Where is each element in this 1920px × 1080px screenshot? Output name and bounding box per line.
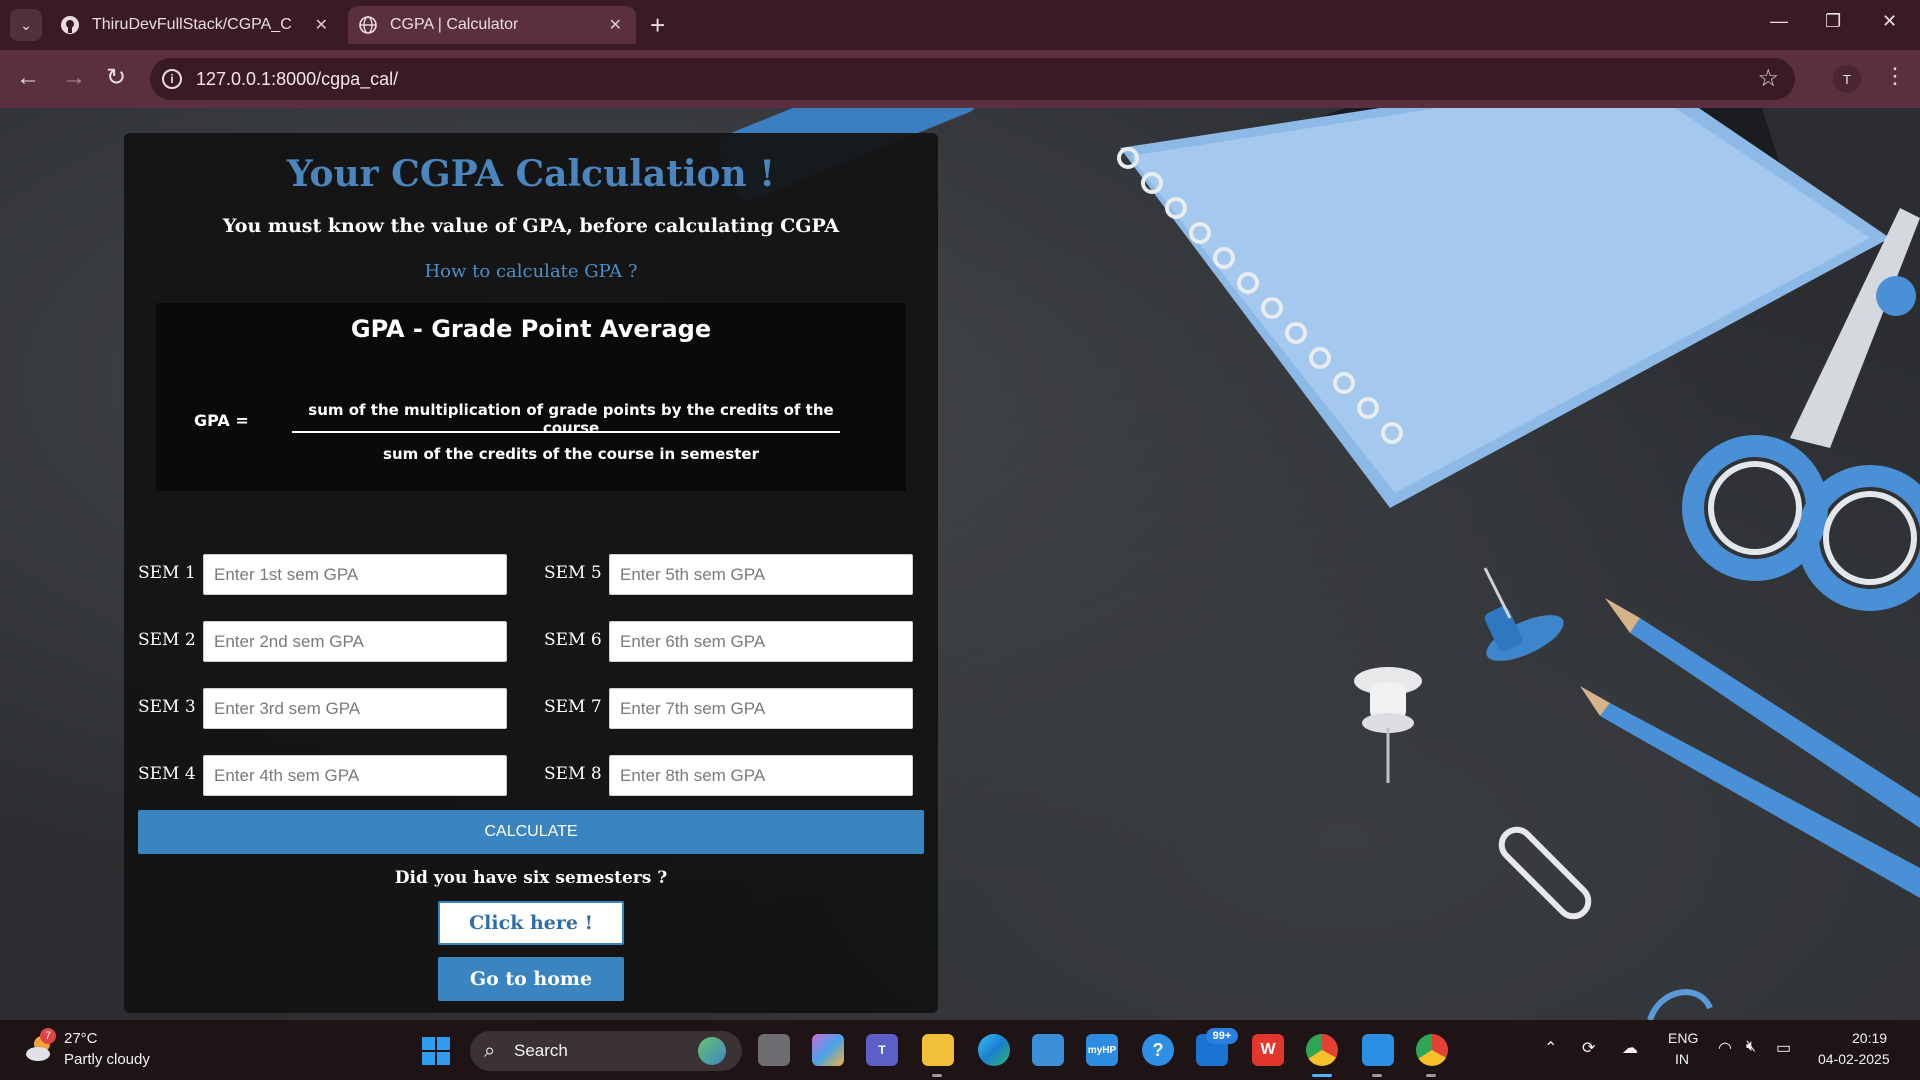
url-text[interactable]: 127.0.0.1:8000/cgpa_cal/	[196, 69, 398, 90]
running-indicator	[932, 1074, 942, 1077]
profile-avatar[interactable]: T	[1833, 65, 1861, 93]
github-icon	[61, 16, 79, 34]
calculate-button[interactable]: CALCULATE	[138, 810, 924, 854]
file-explorer-icon[interactable]	[922, 1034, 954, 1066]
sem-7-input[interactable]	[609, 688, 913, 729]
weather-condition[interactable]: Partly cloudy	[64, 1051, 150, 1068]
help-icon[interactable]: ?	[1142, 1034, 1174, 1066]
address-bar[interactable]: i 127.0.0.1:8000/cgpa_cal/ ☆	[150, 58, 1795, 100]
sem-1-input[interactable]	[203, 554, 507, 595]
search-icon: ⌕	[484, 1040, 496, 1062]
fraction-bar	[292, 431, 840, 433]
windows-taskbar: 7 27°C Partly cloudy ⌕ Search T myHP ? 9…	[0, 1020, 1920, 1080]
vscode-icon[interactable]	[1362, 1034, 1394, 1066]
store-icon[interactable]	[1032, 1034, 1064, 1066]
sem-3-label: SEM 3	[138, 697, 196, 717]
cloud-error-icon[interactable]: ☁	[1622, 1038, 1638, 1058]
forward-icon[interactable]: →	[62, 64, 86, 92]
cgpa-card: Your CGPA Calculation ! You must know th…	[124, 133, 938, 1013]
sem-3-input[interactable]	[203, 688, 507, 729]
temperature[interactable]: 27°C	[64, 1030, 98, 1047]
menu-icon[interactable]: ⋮	[1884, 63, 1906, 89]
tab-github[interactable]: ThiruDevFullStack/CGPA_Calcul ✕	[50, 6, 342, 44]
browser-tab-bar: ⌄ ThiruDevFullStack/CGPA_Calcul ✕ CGPA |…	[0, 0, 1920, 50]
volume-muted-icon[interactable]: 🔇︎	[1746, 1038, 1756, 1056]
sem-4-input[interactable]	[203, 755, 507, 796]
go-home-button[interactable]: Go to home	[438, 957, 624, 1001]
reload-icon[interactable]: ↻	[106, 64, 126, 92]
page-background: Your CGPA Calculation ! You must know th…	[0, 108, 1920, 1020]
browser-toolbar: ← → ↻ i 127.0.0.1:8000/cgpa_cal/ ☆ T ⋮	[0, 50, 1920, 108]
tab-title: CGPA | Calculator	[390, 16, 519, 33]
how-to-gpa-link[interactable]: How to calculate GPA ?	[124, 261, 938, 282]
wifi-icon[interactable]: ◠	[1718, 1038, 1732, 1058]
edge-icon[interactable]	[978, 1034, 1010, 1066]
formula-lhs: GPA =	[194, 411, 249, 430]
sem-4-label: SEM 4	[138, 764, 196, 784]
sem-2-input[interactable]	[203, 621, 507, 662]
sem-7-label: SEM 7	[544, 697, 602, 717]
sync-icon[interactable]: ⟳	[1582, 1038, 1595, 1058]
taskbar-search[interactable]: ⌕ Search	[470, 1031, 742, 1071]
running-indicator	[1372, 1074, 1382, 1077]
new-tab-button[interactable]: +	[650, 10, 665, 40]
clock-date[interactable]: 04-02-2025	[1818, 1051, 1890, 1067]
windows-start-icon[interactable]	[422, 1037, 450, 1065]
tab-title: ThiruDevFullStack/CGPA_Calcul	[92, 16, 292, 33]
chrome-profile-icon[interactable]	[1416, 1034, 1448, 1066]
copilot-icon[interactable]	[812, 1034, 844, 1066]
sem-6-label: SEM 6	[544, 630, 602, 650]
sem-5-input[interactable]	[609, 554, 913, 595]
show-hidden-icons-icon[interactable]: ⌃	[1544, 1038, 1557, 1058]
task-view-icon[interactable]	[758, 1034, 790, 1066]
tab-cgpa-calculator[interactable]: CGPA | Calculator ✕	[348, 6, 636, 44]
formula-heading: GPA - Grade Point Average	[350, 315, 712, 343]
click-here-button[interactable]: Click here !	[438, 901, 624, 945]
myhp-icon[interactable]: myHP	[1086, 1034, 1118, 1066]
search-highlight-icon	[698, 1037, 726, 1065]
weather-badge: 7	[40, 1028, 56, 1044]
globe-icon	[359, 16, 377, 34]
back-icon[interactable]: ←	[16, 64, 40, 92]
sem-8-label: SEM 8	[544, 764, 602, 784]
chevron-down-icon: ⌄	[20, 16, 32, 33]
language-indicator[interactable]: ENG	[1668, 1030, 1698, 1046]
language-region[interactable]: IN	[1675, 1051, 1689, 1067]
page-subtitle: You must know the value of GPA, before c…	[222, 215, 840, 237]
restore-icon[interactable]: ❐	[1825, 11, 1841, 32]
minimize-icon[interactable]: —	[1770, 11, 1788, 32]
sem-2-label: SEM 2	[138, 630, 196, 650]
bookmark-star-icon[interactable]: ☆	[1757, 64, 1779, 93]
sem-1-label: SEM 1	[138, 563, 196, 583]
running-indicator	[1426, 1074, 1436, 1077]
close-icon[interactable]: ✕	[609, 15, 622, 35]
chrome-icon[interactable]	[1306, 1034, 1338, 1066]
page-title: Your CGPA Calculation !	[286, 153, 776, 195]
tab-search-button[interactable]: ⌄	[10, 9, 42, 41]
teams-icon[interactable]: T	[866, 1034, 898, 1066]
battery-icon[interactable]: ▭	[1776, 1038, 1791, 1058]
gpa-formula-image: GPA - Grade Point Average GPA = sum of t…	[156, 303, 906, 491]
formula-denominator: sum of the credits of the course in seme…	[383, 445, 759, 463]
window-close-icon[interactable]: ✕	[1882, 11, 1897, 32]
sem-6-input[interactable]	[609, 621, 913, 662]
close-icon[interactable]: ✕	[315, 15, 328, 35]
clock-time[interactable]: 20:19	[1852, 1030, 1887, 1046]
active-indicator	[1312, 1074, 1332, 1077]
sem-5-label: SEM 5	[544, 563, 602, 583]
six-semesters-question: Did you have six semesters ?	[394, 868, 668, 888]
sem-8-input[interactable]	[609, 755, 913, 796]
wps-office-icon[interactable]: W	[1252, 1034, 1284, 1066]
site-info-icon[interactable]: i	[162, 69, 182, 89]
search-label: Search	[514, 1041, 568, 1060]
mail-badge: 99+	[1206, 1028, 1238, 1044]
